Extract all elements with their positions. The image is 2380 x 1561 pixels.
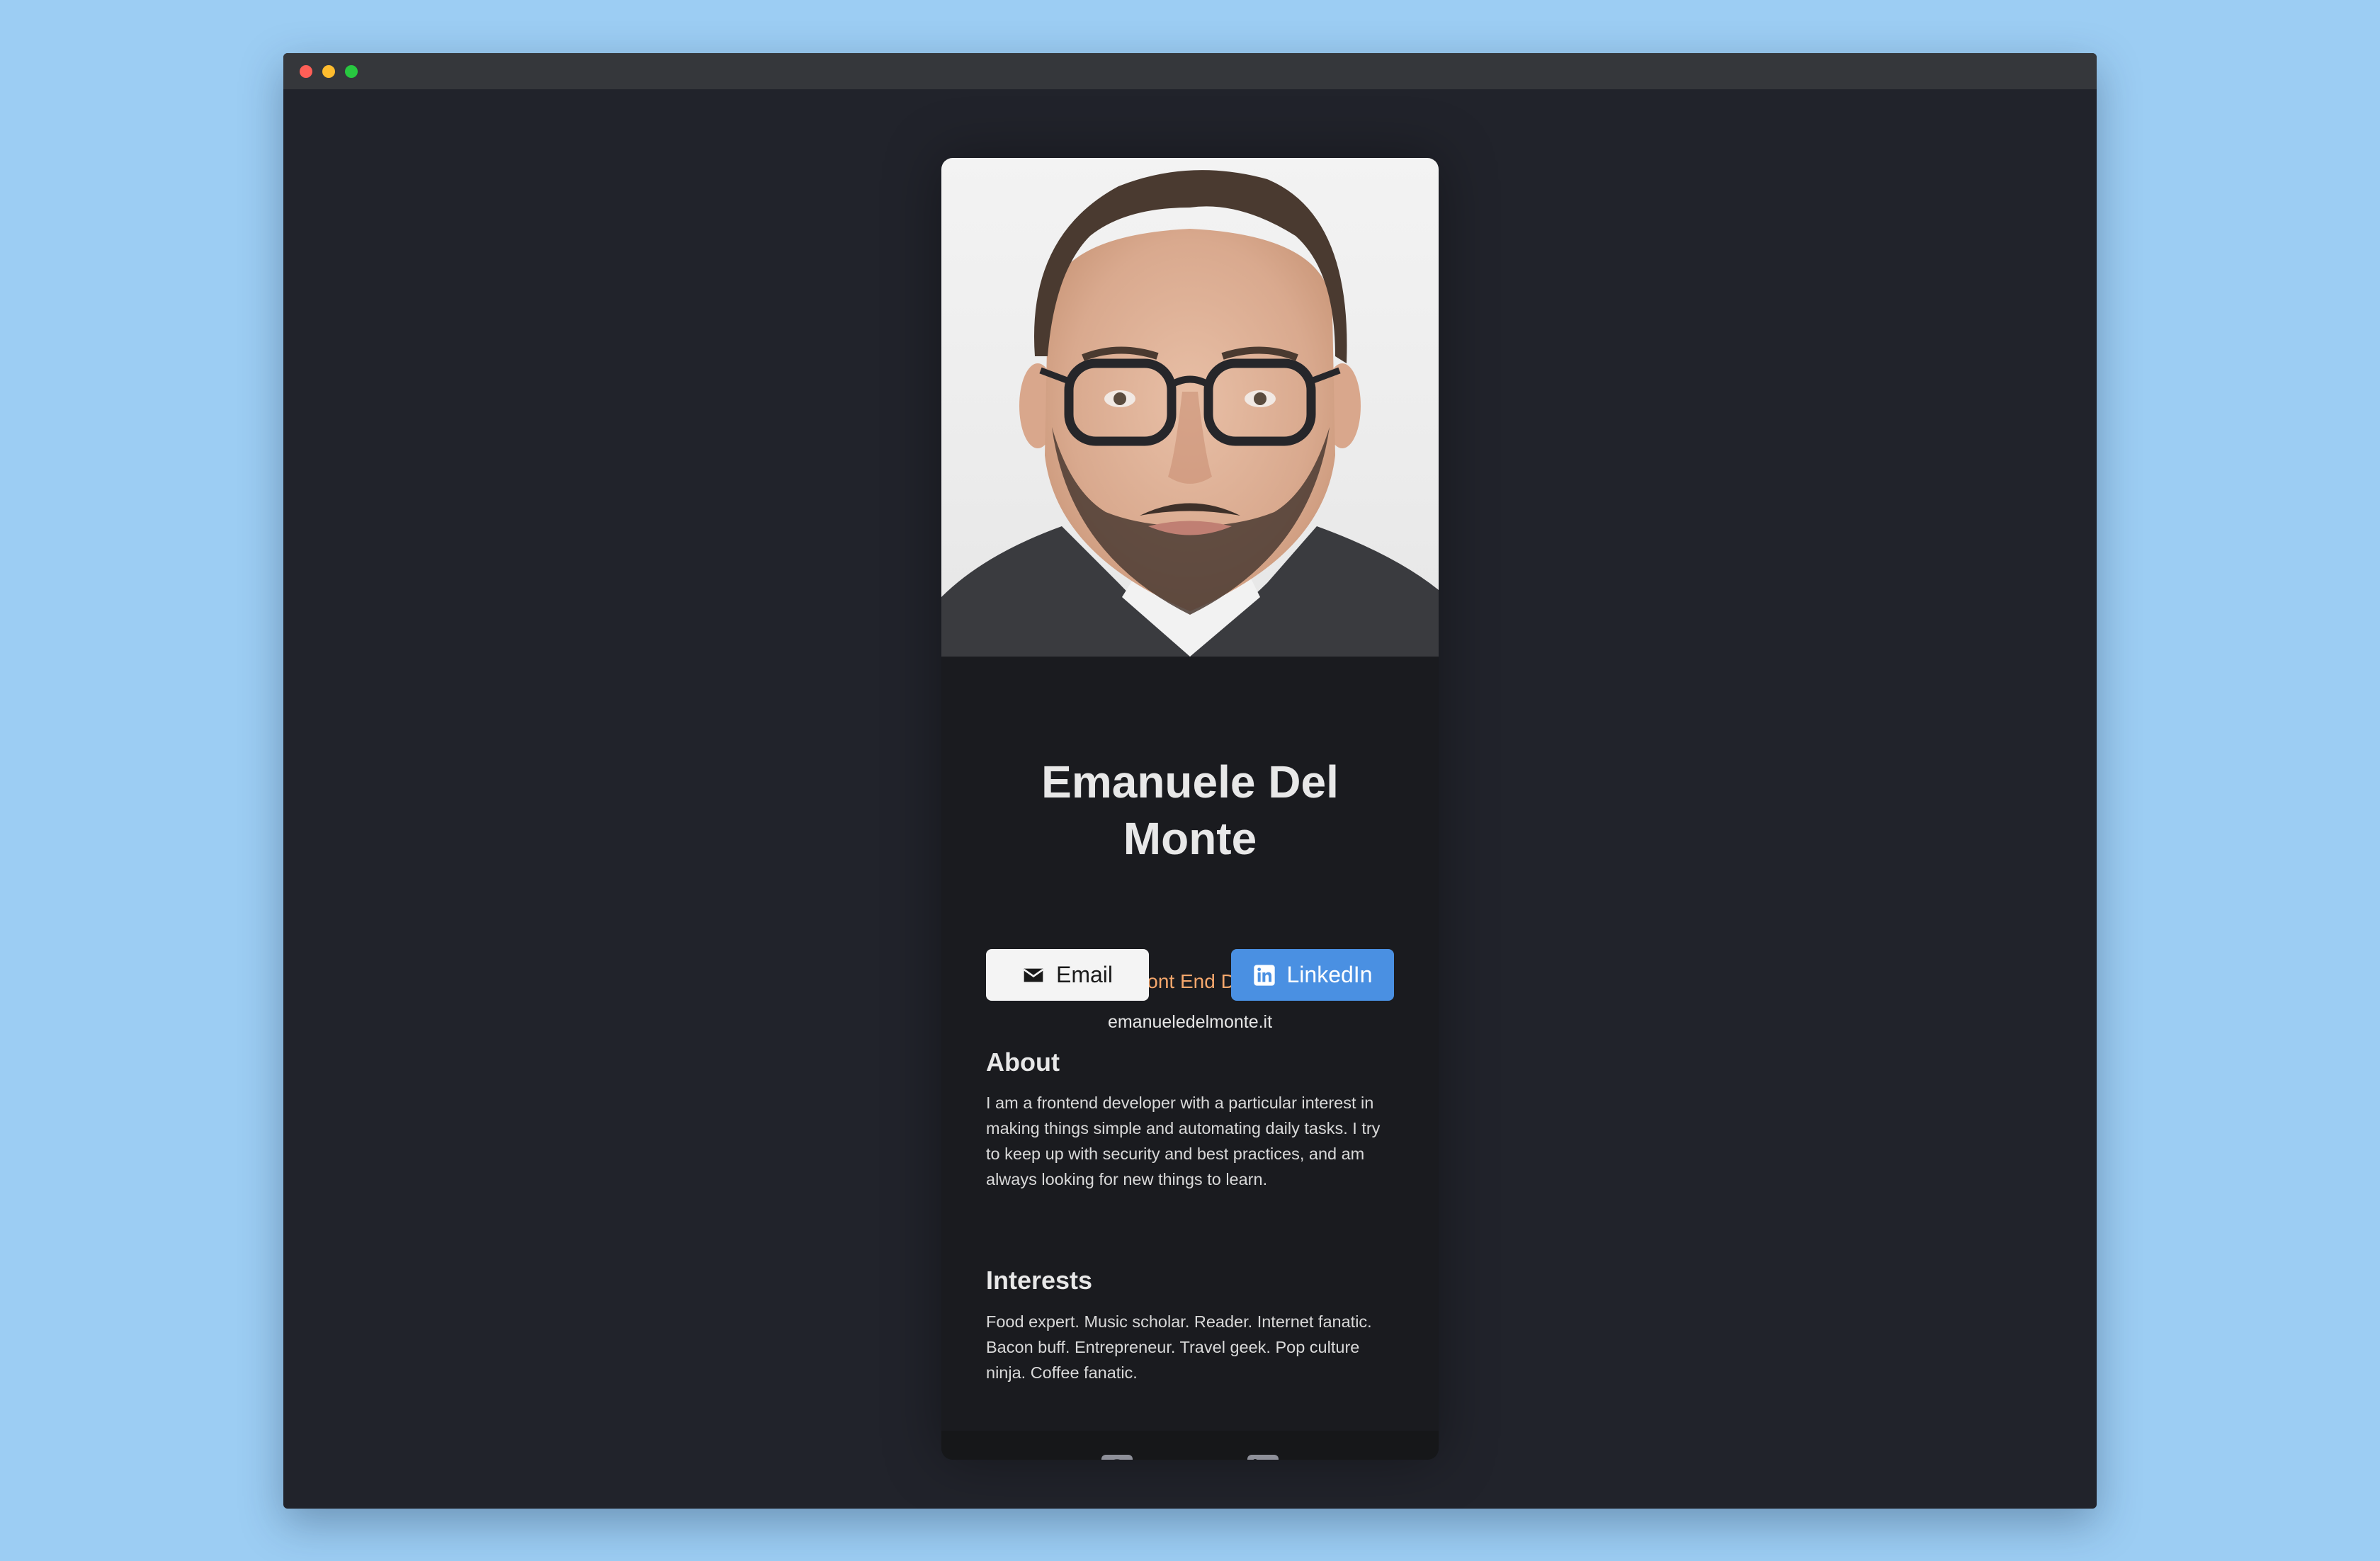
github-icon[interactable] (1100, 1453, 1134, 1460)
about-text: I am a frontend developer with a particu… (986, 1094, 1381, 1188)
linkedin-footer-icon[interactable] (1246, 1453, 1280, 1460)
about-heading: About (986, 1048, 1060, 1077)
linkedin-button-label: LinkedIn (1286, 962, 1373, 987)
portrait-illustration (941, 170, 1439, 657)
website-link[interactable]: emanueledelmonte.it (941, 1010, 1439, 1034)
interests-heading: Interests (986, 1266, 1093, 1295)
profile-photo (941, 158, 1439, 657)
card-footer (941, 1431, 1439, 1460)
envelope-icon (1023, 968, 1044, 982)
browser-window: Emanuele Del Monte Junior Front End Deve… (283, 53, 2097, 1509)
email-button-label: Email (1055, 962, 1113, 987)
minimize-window-button[interactable] (322, 65, 335, 78)
profile-name: Emanuele Del Monte (1041, 756, 1339, 864)
maximize-window-button[interactable] (345, 65, 358, 78)
email-button[interactable]: Email (986, 949, 1149, 1001)
window-titlebar (283, 53, 2097, 89)
linkedin-icon (1253, 964, 1275, 986)
interests-text: Food expert. Music scholar. Reader. Inte… (986, 1312, 1372, 1382)
close-window-button[interactable] (300, 65, 312, 78)
profile-card: Emanuele Del Monte Junior Front End Deve… (941, 158, 1439, 1460)
linkedin-button[interactable]: LinkedIn (1231, 949, 1394, 1001)
